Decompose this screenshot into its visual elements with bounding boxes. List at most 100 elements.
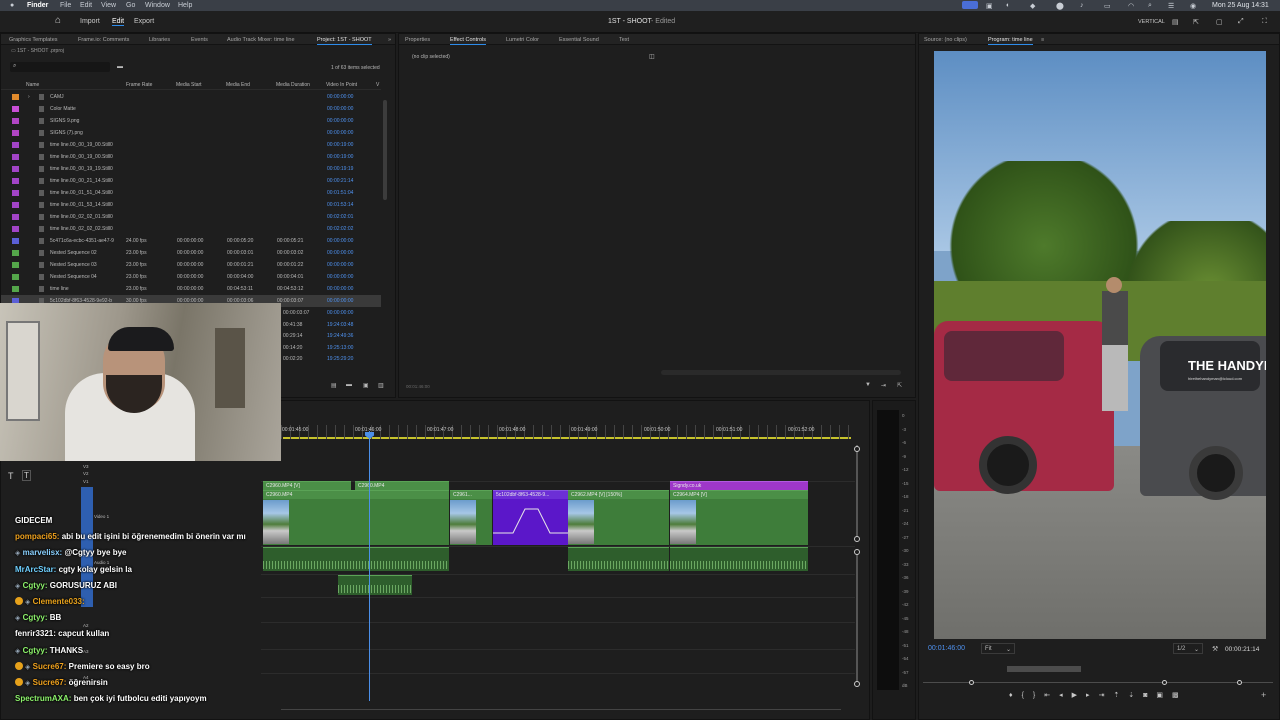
- play-icon[interactable]: ▶: [1072, 692, 1086, 699]
- row-name[interactable]: CAMJ: [50, 94, 64, 100]
- audio-clip-a1[interactable]: [568, 547, 669, 571]
- panel-menu-icon[interactable]: ≡: [1041, 37, 1044, 43]
- mark-out-icon[interactable]: }: [1033, 692, 1044, 699]
- row-name[interactable]: Nested Sequence 04: [50, 274, 97, 280]
- status-icon[interactable]: ♪: [1080, 2, 1084, 9]
- track-v2[interactable]: V2: [83, 471, 89, 476]
- timeline-v-scrollbar[interactable]: [856, 551, 858, 686]
- tab-edit[interactable]: Edit: [112, 18, 125, 26]
- row-name[interactable]: Color Matte: [50, 106, 76, 112]
- label-color-swatch[interactable]: [12, 274, 19, 280]
- project-row[interactable]: SIGNS 9.png 00:00:00:00: [1, 115, 381, 127]
- row-video-in-point[interactable]: 00:00:00:00: [327, 118, 353, 124]
- row-video-in-point[interactable]: 00:00:00:00: [327, 262, 353, 268]
- row-video-in-point[interactable]: 19:24:49:36: [327, 333, 353, 339]
- row-name[interactable]: Nested Sequence 02: [50, 250, 97, 256]
- go-to-in-icon[interactable]: ⇤: [1044, 692, 1059, 699]
- row-name[interactable]: time line: [50, 286, 69, 292]
- row-name[interactable]: time line.00_02_02_02.Still0: [50, 226, 113, 232]
- project-row[interactable]: 5c471c6a-ecbc-4351-ae47-9 24.00 fps 00:00:…: [1, 235, 381, 247]
- project-row[interactable]: SIGNS (7).png 00:00:00:00: [1, 127, 381, 139]
- project-row[interactable]: time line.00_00_19_19.Still0 00:00:19:19: [1, 163, 381, 175]
- label-color-swatch[interactable]: [12, 226, 19, 232]
- row-video-in-point[interactable]: 00:00:21:14: [327, 178, 353, 184]
- scroll-handle[interactable]: [854, 681, 860, 687]
- clip-v1[interactable]: C2964.MP4 [V]: [670, 490, 808, 545]
- tab-text[interactable]: Text: [619, 37, 629, 43]
- notes-icon[interactable]: ▢: [1216, 18, 1223, 26]
- row-name[interactable]: time line.00_01_51_04.Still0: [50, 190, 113, 196]
- tab-import[interactable]: Import: [80, 18, 100, 25]
- col-name[interactable]: Name: [26, 82, 39, 88]
- row-name[interactable]: SIGNS (7).png: [50, 130, 83, 136]
- text-tool-icon[interactable]: T: [22, 470, 31, 481]
- mark-in-icon[interactable]: {: [1022, 692, 1033, 699]
- row-video-in-point[interactable]: 00:00:00:00: [327, 94, 353, 100]
- track-a3[interactable]: A3: [83, 649, 89, 654]
- fullscreen-icon[interactable]: ⤢: [1238, 18, 1244, 26]
- extract-icon[interactable]: ⇣: [1128, 692, 1143, 699]
- control-center-icon[interactable]: ☰: [1168, 2, 1174, 10]
- workspace-label[interactable]: VERTICAL: [1138, 19, 1165, 25]
- label-color-swatch[interactable]: [12, 250, 19, 256]
- row-video-in-point[interactable]: 00:00:00:00: [327, 238, 353, 244]
- row-video-in-point[interactable]: 00:00:00:00: [327, 298, 353, 304]
- filter-icon[interactable]: ▼: [865, 382, 871, 388]
- row-name[interactable]: Nested Sequence 03: [50, 262, 97, 268]
- track-a2[interactable]: A2: [83, 623, 89, 628]
- col-media-duration[interactable]: Media Duration: [276, 82, 310, 88]
- menu-go[interactable]: Go: [126, 2, 135, 9]
- row-video-in-point[interactable]: 00:01:51:04: [327, 190, 353, 196]
- row-video-in-point[interactable]: 19:25:29:20: [327, 356, 353, 362]
- track-v1[interactable]: V1: [83, 479, 89, 484]
- tab-audio-track-mixer[interactable]: Audio Track Mixer: time line: [227, 37, 295, 43]
- clip-v1-selected[interactable]: 5c102dbf-8f63-4528-9...: [493, 490, 568, 545]
- label-color-swatch[interactable]: [12, 202, 19, 208]
- project-row[interactable]: time line.00_00_21_14.Still0 00:00:21:14: [1, 175, 381, 187]
- label-color-swatch[interactable]: [12, 178, 19, 184]
- go-to-out-icon[interactable]: ⇥: [1099, 692, 1114, 699]
- col-video-in-point[interactable]: Video In Point: [326, 82, 357, 88]
- row-video-in-point[interactable]: 00:00:19:19: [327, 166, 353, 172]
- wrench-icon[interactable]: ⚒: [1212, 645, 1218, 653]
- label-color-swatch[interactable]: [12, 130, 19, 136]
- row-name[interactable]: time line.00_00_21_14.Still0: [50, 178, 113, 184]
- tab-properties[interactable]: Properties: [405, 37, 430, 43]
- clip-v1[interactable]: C2960.MP4: [263, 490, 449, 545]
- row-video-in-point[interactable]: 00:00:00:00: [327, 310, 353, 316]
- tab-libraries[interactable]: Libraries: [149, 37, 170, 43]
- type-tool-icon[interactable]: T: [8, 471, 14, 481]
- row-name[interactable]: time line.00_00_19_00.Still0: [50, 142, 113, 148]
- fullscreen-icon[interactable]: ⛶: [1262, 18, 1267, 26]
- menu-edit[interactable]: Edit: [80, 2, 92, 9]
- label-color-swatch[interactable]: [12, 190, 19, 196]
- battery-icon[interactable]: ▭: [1104, 2, 1111, 10]
- scroll-handle[interactable]: [854, 549, 860, 555]
- fit-select[interactable]: Fit ⌄: [981, 643, 1015, 654]
- clip-v1[interactable]: C2961...: [450, 490, 492, 545]
- row-video-in-point[interactable]: 00:00:19:00: [327, 154, 353, 160]
- video-frame[interactable]: THE HANDYM hirethehandyman@icloud.com: [934, 51, 1266, 639]
- project-row[interactable]: time line.00_00_19_00.Still0 00:00:19:00: [1, 139, 381, 151]
- scroll-handle[interactable]: [854, 446, 860, 452]
- row-video-in-point[interactable]: 00:00:00:00: [327, 130, 353, 136]
- col-media-start[interactable]: Media Start: [176, 82, 202, 88]
- menu-file[interactable]: File: [60, 2, 71, 9]
- tab-frameio-comments[interactable]: Frame.io: Comments: [78, 37, 129, 43]
- trash-icon[interactable]: ▥: [378, 382, 384, 389]
- new-bin-icon[interactable]: ▬: [117, 64, 123, 70]
- tab-effect-controls[interactable]: Effect Controls: [450, 37, 486, 45]
- step-forward-icon[interactable]: ▸: [1086, 692, 1099, 699]
- home-icon[interactable]: ⌂: [55, 15, 61, 26]
- tab-project[interactable]: Project: 1ST - SHOOT: [317, 37, 372, 45]
- add-button-icon[interactable]: +: [1261, 690, 1266, 700]
- label-color-swatch[interactable]: [12, 238, 19, 244]
- status-icon[interactable]: ◆: [1030, 2, 1035, 10]
- scrubber-handle[interactable]: [969, 680, 974, 685]
- timeline-h-scrollbar[interactable]: [281, 709, 841, 710]
- scroll-handle[interactable]: [854, 536, 860, 542]
- tab-essential-sound[interactable]: Essential Sound: [559, 37, 599, 43]
- project-row[interactable]: Nested Sequence 03 23.00 fps 00:00:00:00 00…: [1, 259, 381, 271]
- more-tabs-icon[interactable]: »: [388, 37, 391, 43]
- menu-view[interactable]: View: [101, 2, 116, 9]
